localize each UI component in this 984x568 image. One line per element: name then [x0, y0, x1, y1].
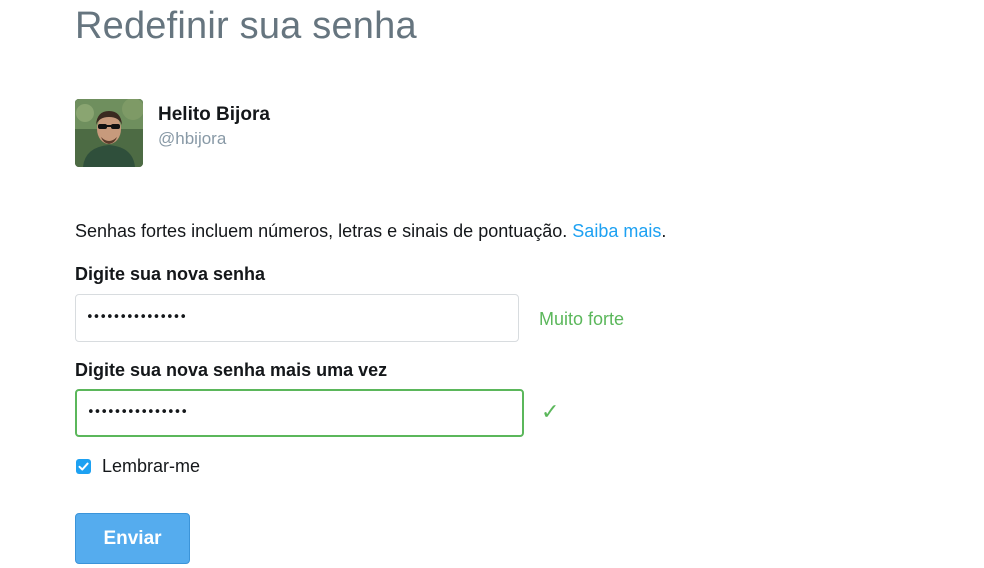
new-password-input[interactable]: •••••••••••••••	[75, 294, 519, 342]
user-photo-icon	[75, 99, 143, 167]
password-strength: Muito forte	[539, 309, 625, 329]
password-hint-text: Senhas fortes incluem números, letras e …	[75, 221, 568, 241]
submit-button[interactable]: Enviar	[75, 513, 190, 564]
remember-me-label[interactable]: Lembrar-me	[102, 456, 200, 477]
hint-suffix: .	[661, 221, 667, 241]
user-name: Helito Bijora	[158, 104, 270, 125]
confirm-password-label: Digite sua nova senha mais uma vez	[75, 360, 388, 380]
checkmark-icon	[78, 462, 89, 471]
remember-me-checkbox[interactable]	[76, 459, 91, 474]
user-handle: @hbijora	[158, 129, 227, 148]
check-icon: ✓	[541, 399, 560, 424]
confirm-password-input[interactable]: •••••••••••••••	[75, 389, 524, 437]
learn-more-link[interactable]: Saiba mais	[572, 221, 661, 241]
password-hint: Senhas fortes incluem números, letras e …	[75, 221, 666, 242]
new-password-label: Digite sua nova senha	[75, 264, 266, 284]
avatar	[75, 99, 143, 167]
page-title: Redefinir sua senha	[75, 5, 417, 47]
